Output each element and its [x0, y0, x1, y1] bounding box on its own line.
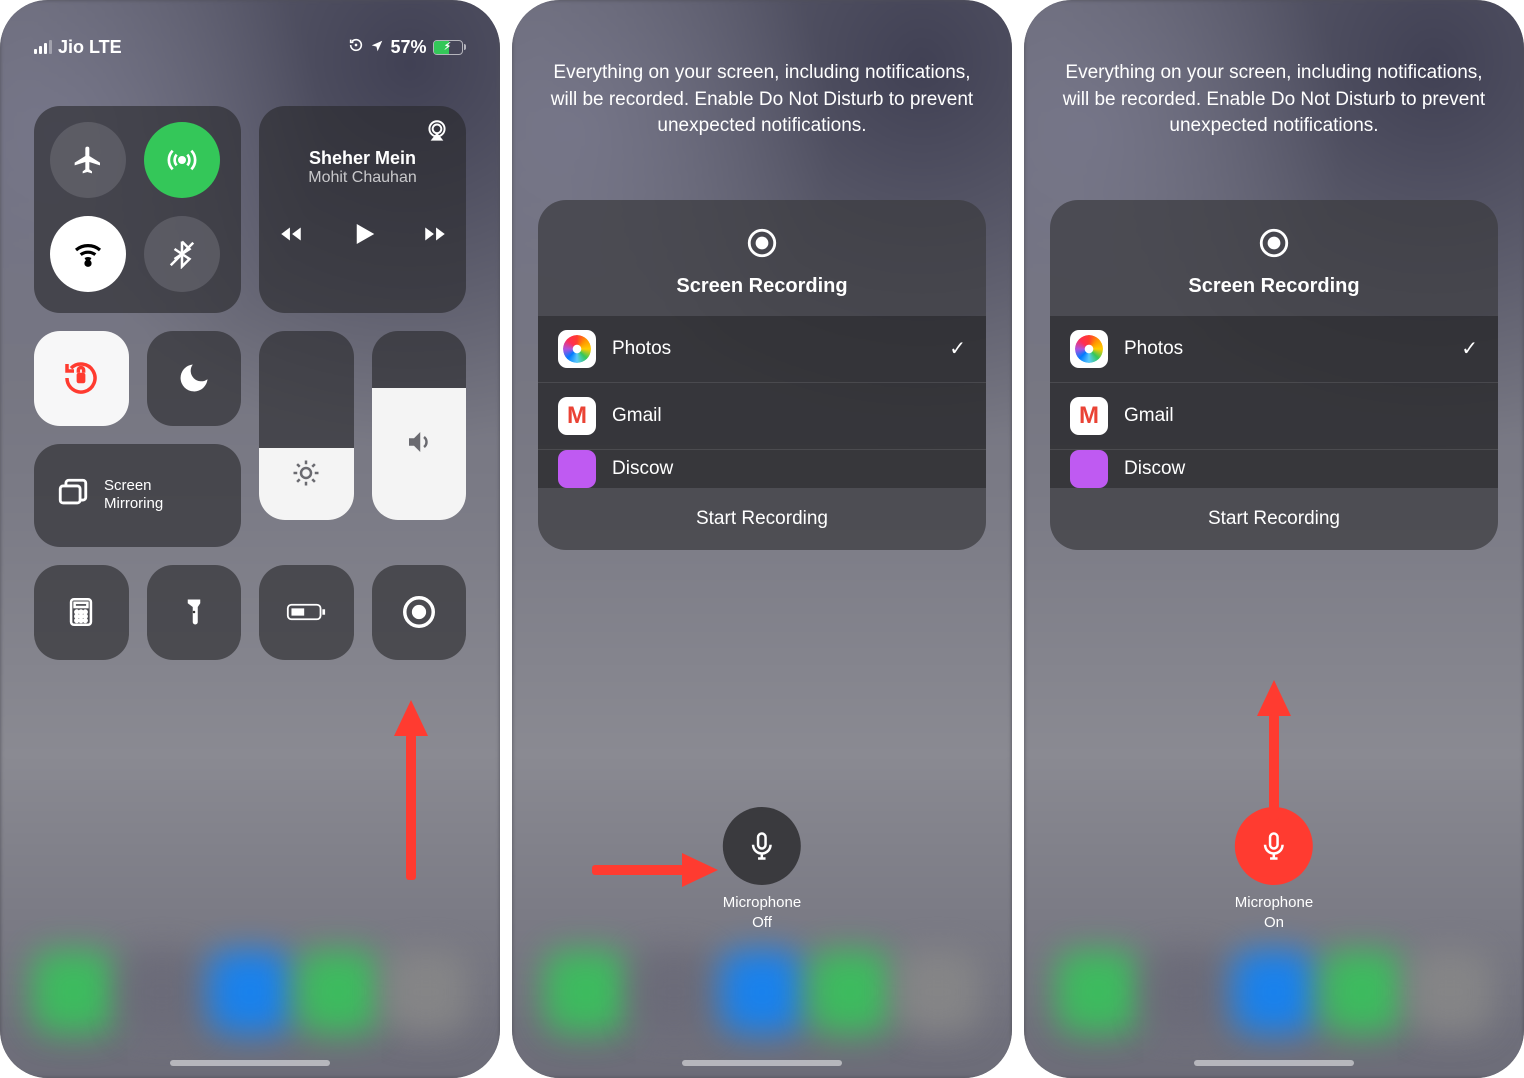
app-icon — [558, 450, 596, 488]
annotation-arrow — [1262, 680, 1286, 820]
gmail-app-icon: M — [1070, 397, 1108, 435]
battery-pct: 57% — [390, 37, 426, 58]
list-item[interactable]: Photos ✓ — [1050, 316, 1498, 383]
start-recording-button[interactable]: Start Recording — [538, 488, 986, 550]
list-item[interactable]: M Gmail — [1050, 383, 1498, 450]
media-tile[interactable]: Sheher Mein Mohit Chauhan — [259, 106, 466, 313]
screen-mirroring-label: Screen Mirroring — [104, 477, 163, 513]
flashlight-tile[interactable] — [147, 565, 242, 660]
app-name: Photos — [612, 338, 933, 360]
app-name: Discow — [1124, 458, 1478, 480]
annotation-arrow — [592, 858, 718, 882]
media-title: Sheher Mein — [279, 148, 446, 169]
home-indicator[interactable] — [682, 1060, 842, 1066]
start-recording-button[interactable]: Start Recording — [1050, 488, 1498, 550]
photos-app-icon — [558, 330, 596, 368]
recording-notice: Everything on your screen, including not… — [1024, 0, 1524, 140]
recording-destination-list[interactable]: Photos ✓ M Gmail Discow — [538, 316, 986, 488]
record-icon — [1257, 247, 1291, 264]
cellular-data-button[interactable] — [144, 122, 220, 198]
rotation-lock-icon — [348, 37, 364, 58]
mic-label: Microphone — [723, 894, 801, 911]
app-icon — [1070, 450, 1108, 488]
app-name: Discow — [612, 458, 966, 480]
microphone-toggle[interactable]: Microphone On — [1235, 807, 1313, 932]
sheet-title: Screen Recording — [1050, 275, 1498, 298]
play-button[interactable] — [348, 219, 378, 254]
control-center-screenshot: Jio LTE 57% ⚡︎ — [0, 0, 500, 1078]
wifi-button[interactable] — [50, 216, 126, 292]
status-bar: Jio LTE 57% ⚡︎ — [0, 0, 500, 70]
checkmark-icon: ✓ — [1461, 336, 1478, 361]
checkmark-icon: ✓ — [949, 336, 966, 361]
airplay-icon[interactable] — [424, 118, 450, 149]
record-icon — [745, 247, 779, 264]
rotation-lock-tile[interactable] — [34, 331, 129, 426]
recording-notice: Everything on your screen, including not… — [512, 0, 1012, 140]
volume-icon — [404, 427, 434, 462]
mic-label: Microphone — [1235, 894, 1313, 911]
app-name: Gmail — [612, 405, 966, 427]
list-item[interactable]: M Gmail — [538, 383, 986, 450]
microphone-toggle[interactable]: Microphone Off — [723, 807, 801, 932]
airplane-mode-button[interactable] — [50, 122, 126, 198]
screen-mirroring-icon — [56, 476, 90, 515]
mic-state: On — [1264, 914, 1284, 931]
microphone-icon[interactable] — [1235, 807, 1313, 885]
home-indicator[interactable] — [170, 1060, 330, 1066]
signal-icon — [34, 40, 52, 54]
location-arrow-icon — [370, 37, 384, 58]
list-item[interactable]: Photos ✓ — [538, 316, 986, 383]
list-item[interactable]: Discow — [538, 450, 986, 488]
sheet-title: Screen Recording — [538, 275, 986, 298]
mic-state: Off — [752, 914, 772, 931]
screen-mirroring-tile[interactable]: Screen Mirroring — [34, 444, 241, 548]
carrier-label: Jio LTE — [58, 37, 122, 58]
connectivity-tile — [34, 106, 241, 313]
do-not-disturb-tile[interactable] — [147, 331, 242, 426]
battery-icon: ⚡︎ — [433, 40, 467, 55]
list-item[interactable]: Discow — [1050, 450, 1498, 488]
photos-app-icon — [1070, 330, 1108, 368]
recording-destination-list[interactable]: Photos ✓ M Gmail Discow — [1050, 316, 1498, 488]
gmail-app-icon: M — [558, 397, 596, 435]
calculator-tile[interactable] — [34, 565, 129, 660]
forward-button[interactable] — [422, 221, 448, 252]
home-indicator[interactable] — [1194, 1060, 1354, 1066]
microphone-icon[interactable] — [723, 807, 801, 885]
screen-recording-sheet: Screen Recording Photos ✓ M Gmail Discow… — [538, 200, 986, 550]
screen-recording-options-mic-on: Everything on your screen, including not… — [1024, 0, 1524, 1078]
bluetooth-button[interactable] — [144, 216, 220, 292]
brightness-icon — [291, 458, 321, 493]
rewind-button[interactable] — [278, 221, 304, 252]
brightness-slider[interactable] — [259, 331, 354, 520]
media-artist: Mohit Chauhan — [279, 169, 446, 187]
volume-slider[interactable] — [372, 331, 467, 520]
app-name: Gmail — [1124, 405, 1478, 427]
screen-recording-tile[interactable] — [372, 565, 467, 660]
low-power-tile[interactable] — [259, 565, 354, 660]
screen-recording-sheet: Screen Recording Photos ✓ M Gmail Discow… — [1050, 200, 1498, 550]
screen-recording-options-mic-off: Everything on your screen, including not… — [512, 0, 1012, 1078]
annotation-arrow — [399, 700, 423, 880]
app-name: Photos — [1124, 338, 1445, 360]
